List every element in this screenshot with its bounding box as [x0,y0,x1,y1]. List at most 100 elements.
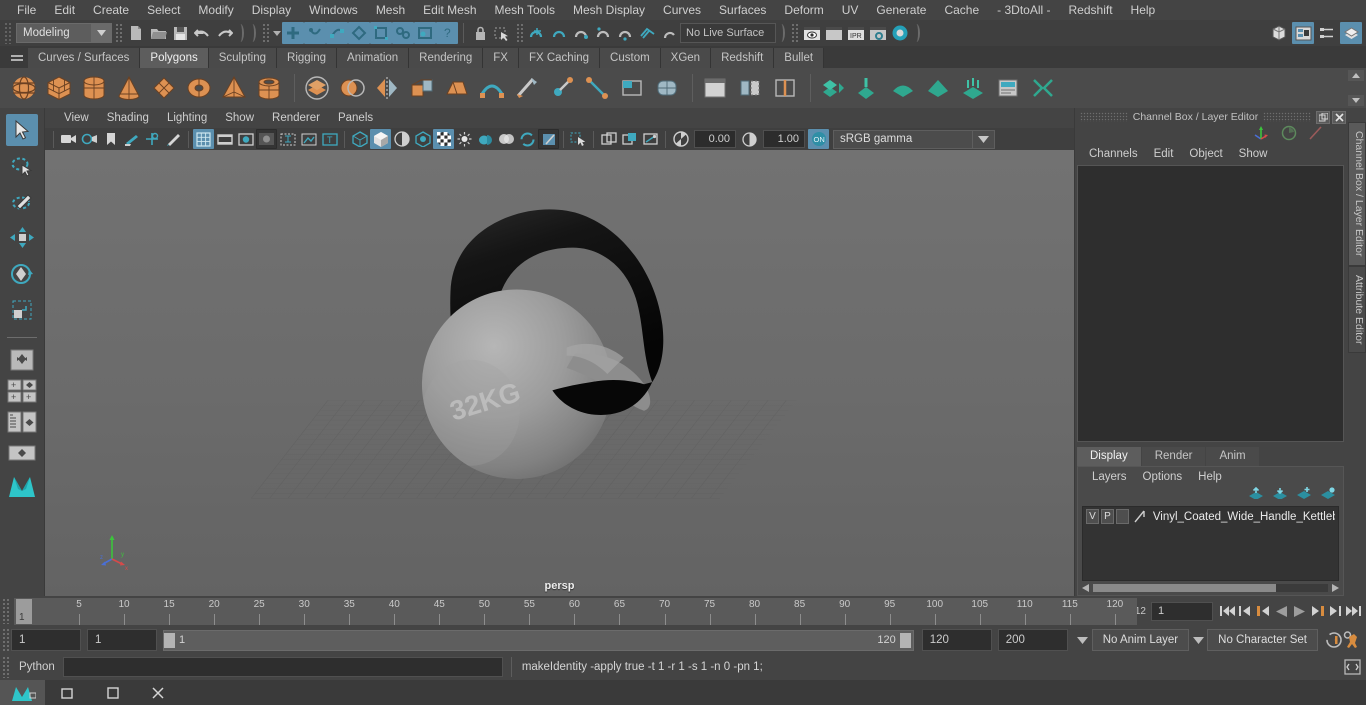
window-close-icon[interactable] [135,680,180,705]
shelf-tab-curves-surfaces[interactable]: Curves / Surfaces [28,48,141,68]
menu-deform[interactable]: Deform [775,0,832,20]
tool-settings-icon[interactable] [1308,125,1324,146]
exposure-field[interactable]: 0.00 [694,130,736,148]
crease-icon[interactable] [852,71,884,105]
scroll-track[interactable] [1093,584,1328,592]
grid-toggle-icon[interactable] [193,129,214,149]
viewport-menu-show[interactable]: Show [216,112,263,124]
paint-select-tool-icon[interactable] [6,186,38,218]
move-tool-icon[interactable] [6,222,38,254]
motion-blur-icon[interactable] [517,129,538,149]
range-bar[interactable]: 1 120 [163,629,914,651]
marquee-select-icon[interactable] [491,22,513,44]
safe-title-icon[interactable]: T [319,129,340,149]
show-hide-attribute-editor-icon[interactable] [1292,22,1314,44]
snap-point-icon[interactable] [326,22,348,44]
channel-box-icon[interactable] [1252,125,1270,146]
viewport-menu-lighting[interactable]: Lighting [158,112,216,124]
gamma-field[interactable]: 1.00 [763,130,805,148]
step-forward-frame-icon[interactable] [1308,600,1326,622]
poly-pipe-icon[interactable] [253,71,285,105]
live-surface-field[interactable]: No Live Surface [680,23,776,43]
window-restore-icon[interactable] [45,680,90,705]
shelf-tab-fx-caching[interactable]: FX Caching [518,48,601,68]
layer-horizontal-scrollbar[interactable] [1078,583,1343,595]
wireframe-icon[interactable] [349,129,370,149]
help-icon[interactable]: ? [436,22,458,44]
viewport-menu-shading[interactable]: Shading [98,112,158,124]
scroll-thumb[interactable] [1093,584,1277,592]
menu-edit-mesh[interactable]: Edit Mesh [414,0,485,20]
color-management-toggle-icon[interactable]: ON [808,129,829,149]
anim-layer-field[interactable]: No Anim Layer [1091,629,1190,651]
range-end-handle[interactable] [899,632,911,648]
hypershade-icon[interactable] [889,22,911,44]
open-scene-icon[interactable] [147,22,169,44]
resolution-gate-icon[interactable] [235,129,256,149]
menu-file[interactable]: File [8,0,45,20]
command-input[interactable] [62,657,503,677]
poly-cylinder-icon[interactable] [78,71,110,105]
poly-cube-icon[interactable] [43,71,75,105]
select-object-icon[interactable] [250,24,256,42]
viewport-menu-panels[interactable]: Panels [329,112,382,124]
xray-active-components-icon[interactable] [640,129,661,149]
ipr-render-icon[interactable]: IPR [845,22,867,44]
screen-space-ao-icon[interactable] [496,129,517,149]
safe-action-icon[interactable] [298,129,319,149]
close-icon[interactable] [1332,110,1346,124]
bevel-icon[interactable] [441,71,473,105]
menu-mesh-display[interactable]: Mesh Display [564,0,654,20]
menu-display[interactable]: Display [243,0,300,20]
xray-icon[interactable] [598,129,619,149]
undock-icon[interactable] [1316,110,1330,124]
bridge-icon[interactable] [476,71,508,105]
help-menu[interactable]: Help [1190,471,1230,483]
shelf-scroll-controls[interactable] [1348,70,1364,106]
uv-cut-icon[interactable] [769,71,801,105]
current-time-indicator[interactable]: 1 [16,598,32,624]
command-language-label[interactable]: Python [11,661,63,673]
show-hide-modeling-toolkit-icon[interactable] [1268,22,1290,44]
snap-to-curves-icon[interactable] [548,22,570,44]
layer-shading-toggle[interactable] [1115,509,1129,524]
shelf-tab-fx[interactable]: FX [483,48,519,68]
shelf-tab-custom[interactable]: Custom [600,48,661,68]
poly-pyramid-icon[interactable] [218,71,250,105]
viewport-menu-renderer[interactable]: Renderer [263,112,329,124]
object-menu[interactable]: Object [1181,148,1230,160]
menu-redshift[interactable]: Redshift [1060,0,1122,20]
shelf-tab-animation[interactable]: Animation [337,48,410,68]
character-set-field[interactable]: No Character Set [1207,629,1318,651]
isolate-select-icon[interactable] [568,129,589,149]
uv-editor-icon[interactable] [699,71,731,105]
chevron-down-icon[interactable] [91,24,111,42]
menu-surfaces[interactable]: Surfaces [710,0,775,20]
move-layer-up-icon[interactable] [1248,486,1263,504]
lock-icon[interactable] [469,22,491,44]
show-hide-tool-settings-icon[interactable] [1316,22,1338,44]
layer-row[interactable]: V P Vinyl_Coated_Wide_Handle_Kettlebell_… [1083,507,1338,526]
gamma-icon[interactable] [739,129,760,149]
shelf-tab-polygons[interactable]: Polygons [140,48,209,68]
time-slider-grip[interactable] [2,598,11,624]
save-scene-icon[interactable] [169,22,191,44]
four-view-layout-icon[interactable] [5,346,39,374]
render-current-frame-icon[interactable] [823,22,845,44]
render-sequence-icon[interactable] [414,22,436,44]
layer-playback-toggle[interactable]: P [1100,509,1114,524]
shadows-icon[interactable] [475,129,496,149]
attribute-editor-icon[interactable] [1281,125,1297,146]
menu-help[interactable]: Help [1122,0,1165,20]
scroll-right-icon[interactable] [1332,579,1339,597]
current-frame-field[interactable]: 1 [1151,601,1213,621]
xray-joints-icon[interactable] [619,129,640,149]
shelf-tab-xgen[interactable]: XGen [660,48,712,68]
harden-edge-icon[interactable] [922,71,954,105]
command-line-grip[interactable] [2,656,11,678]
menu-cache[interactable]: Cache [935,0,988,20]
panel-grip-right[interactable] [1263,112,1311,122]
snap-to-grids-icon[interactable] [526,22,548,44]
poly-sphere-icon[interactable] [8,71,40,105]
transfer-attributes-icon[interactable] [817,71,849,105]
